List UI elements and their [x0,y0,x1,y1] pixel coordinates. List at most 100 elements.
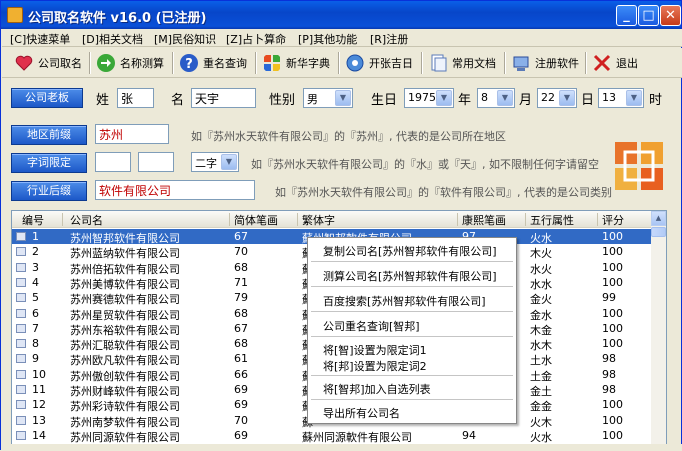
table-cell: 68 [234,306,248,320]
toolbar-documents-button[interactable]: 常用文档 [428,50,496,76]
menu-docs[interactable]: [D]相关文档 [82,31,143,47]
name-length-select[interactable]: 二字 ▼ [191,152,239,172]
row-icon [16,339,26,349]
table-row[interactable]: 14 苏州同源软件有限公司 69 蘇州同源軟件有限公司 94 火水 100 [12,428,652,444]
limit-word-2-input[interactable] [138,152,174,172]
column-divider [229,213,230,226]
industry-suffix-button[interactable]: 行业后缀 [11,181,87,201]
col-header-score[interactable]: 评分 [602,212,624,228]
col-header-id[interactable]: 编号 [22,212,44,228]
region-prefix-input[interactable]: 苏州 [95,124,169,144]
col-header-simplified-strokes[interactable]: 简体笔画 [234,212,278,228]
table-cell: 100 [602,230,623,243]
limit-word-1-input[interactable] [95,152,131,172]
toolbar-opening-date-button[interactable]: 开张吉日 [345,50,413,76]
close-x-icon [593,54,611,72]
scroll-up-arrow-icon[interactable]: ▲ [651,211,666,226]
day-select[interactable]: 22 ▼ [537,88,577,108]
toolbar-duplicate-check-button[interactable]: ? 重名查询 [179,50,247,76]
table-cell: 100 [602,337,623,351]
minimize-button[interactable]: _ [616,5,637,26]
menu-separator [311,336,513,337]
row-icon [16,369,26,379]
chevron-down-icon: ▼ [335,90,351,106]
table-cell: 13 [32,413,46,427]
ctx-add-favorites[interactable]: 将[智邦]加入自选列表 [323,381,431,397]
year-unit: 年 [458,93,472,108]
toolbar-name-company-button[interactable]: 公司取名 [14,50,82,76]
gear-icon [346,54,364,72]
boss-button[interactable]: 公司老板 [11,88,83,108]
toolbar-separator [89,52,91,74]
col-header-company[interactable]: 公司名 [70,212,103,228]
scroll-thumb[interactable] [651,227,666,237]
ctx-duplicate-check[interactable]: 公司重名查询[智邦] [323,318,420,334]
toolbar-separator [421,52,423,74]
column-divider [62,213,63,226]
table-cell: 100 [602,260,623,274]
row-icon [16,232,26,241]
ctx-export-all[interactable]: 导出所有公司名 [323,405,400,421]
table-cell: 100 [602,428,623,442]
window-title: 公司取名软件 v16.0 (已注册) [28,11,207,26]
hour-select[interactable]: 13 ▼ [598,88,644,108]
table-cell: 9 [32,352,39,366]
table-cell: 1 [32,230,39,243]
menu-separator [311,261,513,262]
menu-divination[interactable]: [Z]占卜算命 [226,31,286,47]
table-cell: 70 [234,413,248,427]
row-icon [16,430,26,440]
name-label: 名 [171,93,185,108]
birthday-label: 生日 [371,93,398,108]
table-cell: 67 [234,230,248,243]
menu-folk[interactable]: [M]民俗知识 [154,31,216,47]
windows-logo-icon [264,55,280,71]
table-cell: 6 [32,306,39,320]
menu-separator [311,286,513,287]
toolbar-exit-button[interactable]: 退出 [592,50,638,76]
industry-suffix-input[interactable]: 软件有限公司 [95,180,255,200]
table-cell: 2 [32,245,39,259]
maximize-button[interactable]: □ [638,5,659,26]
region-prefix-button[interactable]: 地区前缀 [11,125,87,145]
close-button[interactable]: ✕ [660,5,681,26]
col-header-wuxing[interactable]: 五行属性 [530,212,574,228]
ctx-copy-name[interactable]: 复制公司名[苏州智邦软件有限公司] [323,243,497,259]
title-bar[interactable]: 公司取名软件 v16.0 (已注册) _ □ ✕ [1,1,681,29]
ctx-baidu-search[interactable]: 百度搜索[苏州智邦软件有限公司] [323,293,486,309]
row-icon [16,293,26,303]
menu-separator [311,311,513,312]
menu-register[interactable]: [R]注册 [370,31,408,47]
given-name-input[interactable]: 天宇 [191,88,256,108]
word-limit-button[interactable]: 字词限定 [11,153,87,173]
chevron-down-icon: ▼ [221,154,237,170]
table-cell: 98 [602,367,616,381]
month-unit: 月 [519,93,533,108]
ctx-evaluate-name[interactable]: 测算公司名[苏州智邦软件有限公司] [323,268,497,284]
menu-quick[interactable]: [C]快速菜单 [10,31,70,47]
month-select[interactable]: 8 ▼ [477,88,515,108]
table-cell: 8 [32,337,39,351]
table-cell: 69 [234,383,248,396]
col-header-traditional[interactable]: 繁体字 [302,212,335,228]
ctx-set-limit-2[interactable]: 将[邦]设置为限定词2 [323,358,427,374]
table-cell: 10 [32,367,46,381]
context-menu: 复制公司名[苏州智邦软件有限公司] 测算公司名[苏州智邦软件有限公司] 百度搜索… [307,237,517,424]
toolbar-separator [504,52,506,74]
surname-input[interactable]: 张 [117,88,154,108]
table-cell: 69 [234,398,248,412]
toolbar-separator [172,52,174,74]
toolbar-register-button[interactable]: 注册软件 [511,50,579,76]
table-cell: 11 [32,383,46,396]
toolbar-evaluate-button[interactable]: 名称测算 [96,50,164,76]
row-icon [16,247,26,257]
col-header-kangxi-strokes[interactable]: 康熙笔画 [462,212,506,228]
toolbar-dictionary-button[interactable]: 新华字典 [262,50,330,76]
ctx-set-limit-1[interactable]: 将[智]设置为限定词1 [323,342,427,358]
row-icon [16,415,26,425]
menu-other[interactable]: [P]其他功能 [298,31,357,47]
gender-select[interactable]: 男 ▼ [303,88,353,108]
year-select[interactable]: 1975 ▼ [404,88,454,108]
vertical-scrollbar[interactable]: ▲ [651,211,666,450]
region-hint: 如『苏州水天软件有限公司』的『苏州』, 代表的是公司所在地区 [191,130,506,143]
